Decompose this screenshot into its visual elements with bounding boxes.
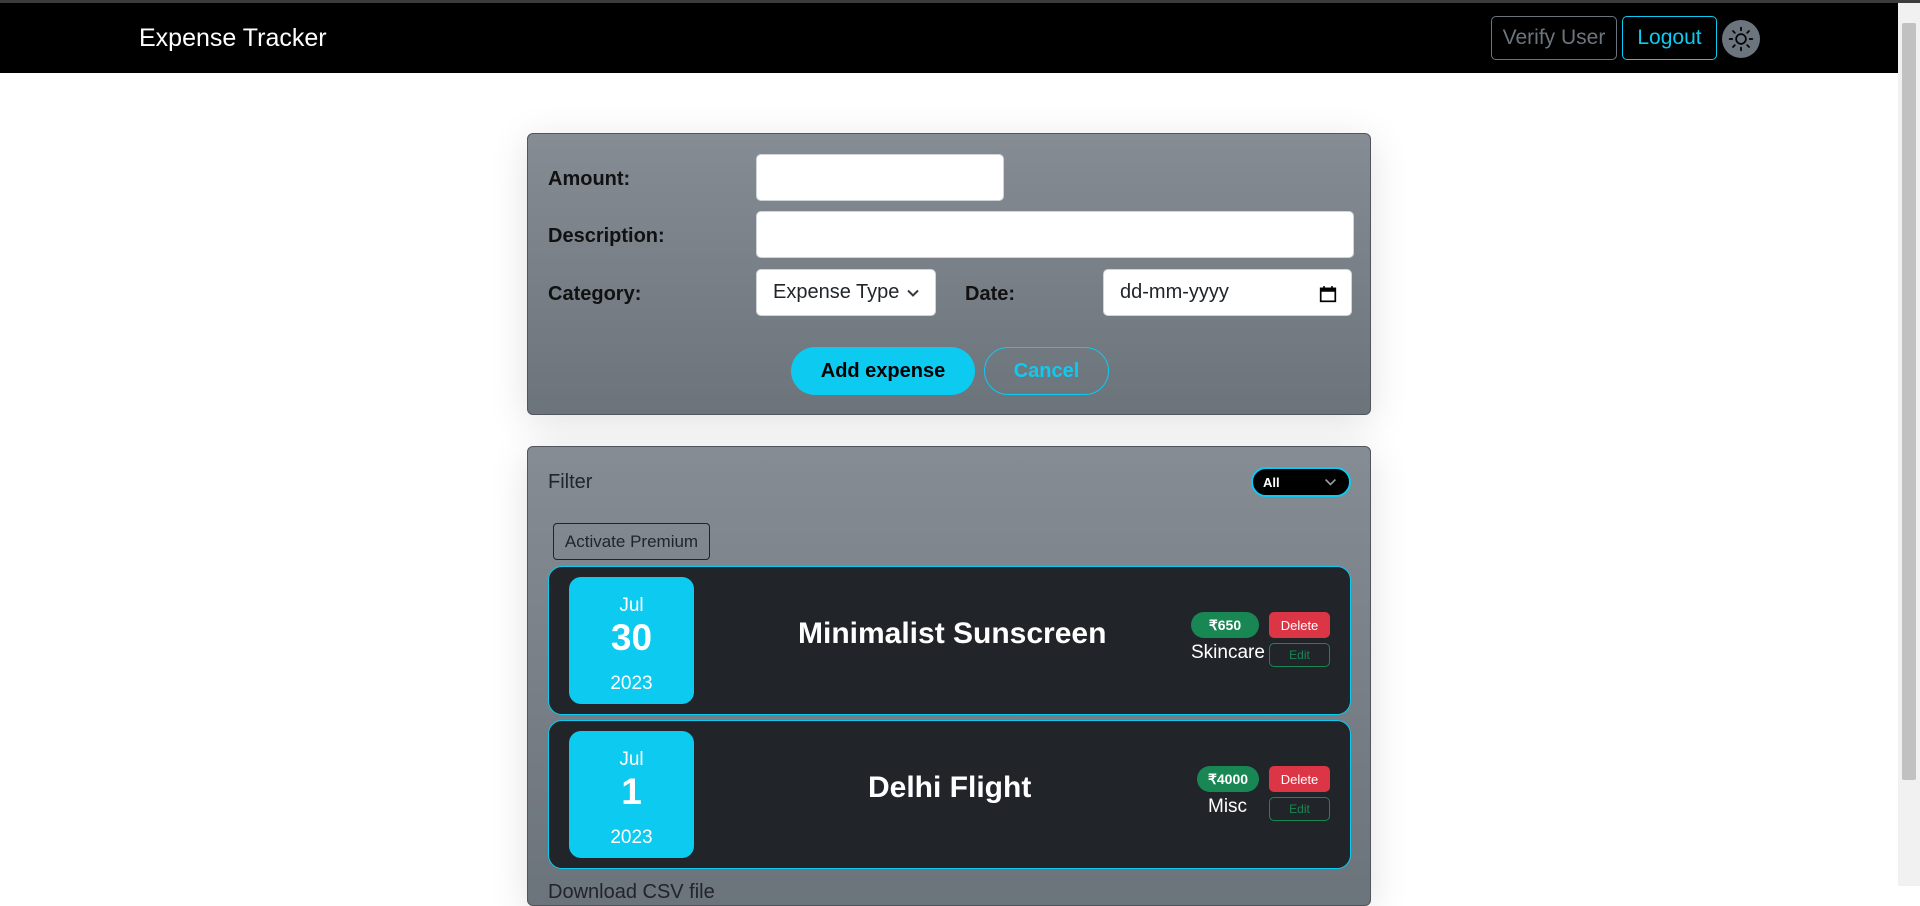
amount-label: Amount: [548,168,631,190]
delete-button[interactable]: Delete [1269,612,1330,638]
amount-input[interactable] [756,154,1004,201]
edit-button[interactable]: Edit [1269,797,1330,821]
chevron-down-icon [907,289,919,297]
cancel-button[interactable]: Cancel [984,347,1109,395]
expense-day: 30 [610,617,653,658]
chevron-down-icon [1325,478,1336,486]
sun-icon [1728,26,1754,52]
expense-category: Misc [1208,796,1248,817]
brand-title[interactable]: Expense Tracker [139,24,327,53]
delete-button[interactable]: Delete [1269,766,1330,792]
expense-title: Delhi Flight [868,771,1032,804]
expense-day: 1 [621,771,642,812]
category-selected-value: Expense Type [773,281,900,303]
expense-date-box: Jul 1 2023 [569,731,694,858]
filter-label: Filter [548,471,593,493]
category-label: Category: [548,283,642,305]
theme-toggle-button[interactable] [1722,20,1760,58]
scrollbar-thumb[interactable] [1902,23,1916,780]
expense-amount-badge: ₹650 [1191,612,1259,638]
filter-select[interactable]: All [1251,467,1351,497]
expense-amount-badge: ₹4000 [1197,766,1259,792]
date-input[interactable]: dd-mm-yyyy [1103,269,1352,316]
navbar: Expense Tracker Verify User Logout [0,3,1898,73]
verify-user-button[interactable]: Verify User [1491,16,1617,60]
logout-button[interactable]: Logout [1622,16,1717,60]
date-label: Date: [965,283,1016,305]
activate-premium-button[interactable]: Activate Premium [553,523,710,560]
download-csv-link[interactable]: Download CSV file [548,881,715,904]
expense-title: Minimalist Sunscreen [798,617,1107,650]
filter-selected-value: All [1263,474,1280,490]
expense-date-box: Jul 30 2023 [569,577,694,704]
expense-list-card: Filter All Activate Premium Jul 30 2023 … [527,446,1371,906]
calendar-icon[interactable] [1319,285,1337,303]
expense-month: Jul [619,749,644,770]
expense-year: 2023 [610,827,653,848]
expense-form-card: Amount: Description: Category: Expense T… [527,133,1371,415]
expense-year: 2023 [610,673,653,694]
category-select[interactable]: Expense Type [756,269,936,316]
expense-month: Jul [619,595,644,616]
description-label: Description: [548,225,665,247]
date-placeholder: dd-mm-yyyy [1120,281,1229,303]
edit-button[interactable]: Edit [1269,643,1330,667]
expense-item: Jul 30 2023 Minimalist Sunscreen ₹650 De… [548,566,1351,715]
expense-category: Skincare [1191,642,1265,663]
expense-item: Jul 1 2023 Delhi Flight ₹4000 Delete Mis… [548,720,1351,869]
add-expense-button[interactable]: Add expense [791,347,975,395]
description-input[interactable] [756,211,1354,258]
